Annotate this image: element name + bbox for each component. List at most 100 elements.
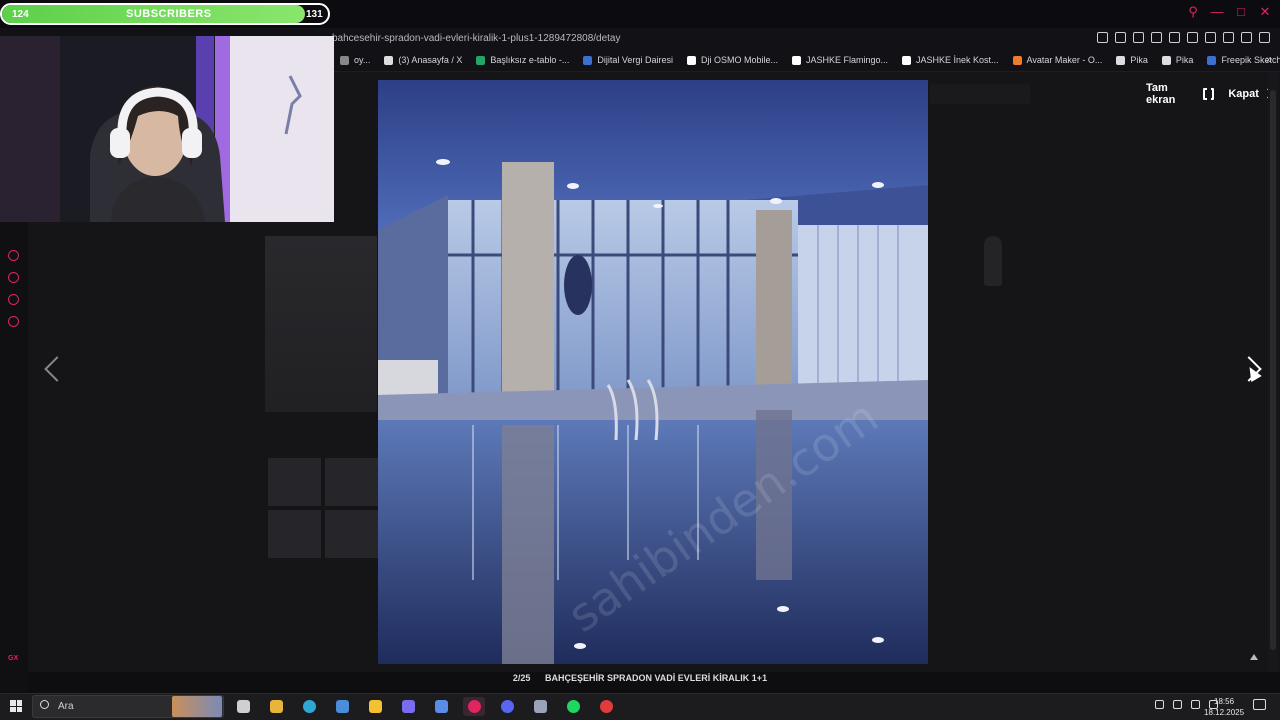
taskbar-app-app-multi[interactable] [397, 697, 419, 716]
bookmark-item[interactable]: JASHKE Flamingo... [791, 55, 888, 65]
bookmark-item[interactable]: Dji OSMO Mobile... [686, 55, 778, 65]
extension-icons [1097, 32, 1270, 43]
taskbar-search-text[interactable]: Ara [58, 701, 74, 712]
bookmark-favicon-icon [1012, 55, 1022, 65]
bookmark-label: Pika [1175, 55, 1194, 65]
previous-image-button[interactable] [38, 350, 70, 390]
taskbar-app-store[interactable] [331, 697, 353, 716]
bookmark-favicon-icon [902, 55, 911, 65]
close-label: Kapat [1228, 88, 1259, 100]
taskbar-app-explorer[interactable] [364, 697, 386, 716]
clock-time: 18:56 [1214, 697, 1235, 706]
bookmark-item[interactable]: Pika [1161, 55, 1194, 65]
taskbar-app-task-view[interactable] [232, 697, 254, 716]
sidebar-record-icon[interactable] [8, 250, 19, 261]
pin-icon[interactable] [1115, 32, 1126, 43]
snapshot-icon[interactable] [1133, 32, 1144, 43]
app-yellow-icon [269, 700, 283, 713]
subscriber-goal-target: 131 [306, 9, 323, 20]
bookmark-list: oy... (3) Anasayfa / X Başlıksız e-tablo -… [340, 55, 1280, 65]
pool-photo-illustration: sahibinden.com [378, 80, 928, 664]
microphone-icon[interactable] [1173, 700, 1182, 709]
task-view-icon [236, 700, 250, 713]
bookmark-label: Dji OSMO Mobile... [700, 55, 778, 65]
bookmark-favicon-icon [1161, 55, 1171, 65]
spotify-icon [566, 700, 580, 713]
close-window-icon[interactable]: ✕ [1258, 5, 1272, 19]
bookmark-favicon-icon [1116, 55, 1126, 65]
taskbar-app-app-blue[interactable] [430, 697, 452, 716]
taskbar-clock[interactable]: 18:56 18.12.2025 [1204, 696, 1244, 718]
taskbar-apps [232, 697, 617, 716]
app-gray-icon [533, 700, 547, 713]
maximize-icon[interactable]: □ [1234, 5, 1248, 19]
discord-icon [500, 700, 514, 713]
subscriber-count-start: 124 [12, 9, 29, 20]
taskbar-app-app-yellow[interactable] [265, 697, 287, 716]
app-blue-icon [434, 700, 448, 713]
taskbar-app-spotify[interactable] [562, 697, 584, 716]
search-icon[interactable]: ⚲ [1186, 5, 1200, 19]
app-multi-icon [401, 700, 415, 713]
bookmarks-more-button[interactable]: » [1266, 54, 1272, 66]
download-icon[interactable] [1241, 32, 1252, 43]
minimize-icon[interactable]: — [1210, 5, 1224, 19]
notification-icon[interactable] [1253, 699, 1266, 710]
bookmark-item[interactable]: Başlıksız e-tablo -... [476, 55, 569, 65]
fullscreen-button[interactable]: Tam ekran [1146, 82, 1215, 106]
play-icon[interactable] [1169, 32, 1180, 43]
bookmark-favicon-icon [340, 55, 349, 65]
listing-title: BAHÇEŞEHİR SPRADON VADİ EVLERİ KİRALIK 1… [544, 673, 768, 683]
bookmark-item[interactable]: Avatar Maker - O... [1012, 55, 1102, 65]
bookmark-item[interactable]: oy... [340, 55, 370, 65]
url-text[interactable]: bahcesehir-spradon-vadi-evleri-kiralik-1… [332, 33, 621, 44]
webcam-overlay [0, 36, 334, 222]
bookmark-favicon-icon [686, 55, 696, 65]
bookmark-label: JASHKE Flamingo... [805, 55, 888, 65]
scrollbar-thumb[interactable] [1270, 90, 1276, 650]
background-avatar [984, 236, 1002, 286]
bookmark-item[interactable]: (3) Anasayfa / X [384, 55, 462, 65]
app-record-icon [599, 700, 613, 713]
search-icon [40, 700, 49, 709]
fullscreen-icon [1202, 87, 1215, 101]
taskbar-app-app-record[interactable] [595, 697, 617, 716]
bookmark-favicon-icon [583, 55, 593, 65]
bookmark-item[interactable]: JASHKE İnek Kost... [902, 55, 999, 65]
window-controls: ⚲ — □ ✕ [1186, 5, 1272, 19]
scroll-to-top-icon[interactable] [1250, 654, 1258, 660]
bookmark-label: Dijital Vergi Dairesi [597, 55, 673, 65]
opera-gx-icon [467, 700, 481, 713]
bookmark-item[interactable]: Dijital Vergi Dairesi [583, 55, 673, 65]
taskbar-app-discord[interactable] [496, 697, 518, 716]
taskbar-app-opera-gx[interactable] [463, 697, 485, 716]
heart-icon[interactable] [1187, 32, 1198, 43]
sidebar-tab-icon[interactable] [8, 294, 19, 305]
bookmark-label: JASHKE İnek Kost... [916, 55, 999, 65]
lightbox-photo: sahibinden.com [378, 80, 928, 664]
windows-start-icon[interactable] [10, 700, 22, 712]
menu-icon[interactable] [1259, 32, 1270, 43]
taskbar-app-app-gray[interactable] [529, 697, 551, 716]
explorer-icon [368, 700, 382, 713]
lightbox-toolbar: Tam ekran Kapat ✕ [1146, 82, 1280, 106]
sidebar-icon[interactable] [1097, 32, 1108, 43]
chevron-up-icon[interactable] [1155, 700, 1164, 709]
network-icon[interactable] [1191, 700, 1200, 709]
profile-icon[interactable] [1223, 32, 1234, 43]
bookmark-label: Başlıksız e-tablo -... [490, 55, 570, 65]
bookmark-favicon-icon [791, 55, 801, 65]
store-icon [335, 700, 349, 713]
sidebar-settings-icon[interactable] [8, 316, 19, 327]
sidebar-history-icon[interactable] [8, 272, 19, 283]
chevron-left-icon [44, 356, 70, 382]
fullscreen-label: Tam ekran [1146, 82, 1176, 106]
shield-icon[interactable] [1151, 32, 1162, 43]
edge-icon [302, 700, 316, 713]
search-highlight-image [172, 696, 222, 717]
taskbar-app-edge[interactable] [298, 697, 320, 716]
bookmark-label: oy... [354, 55, 371, 65]
extensions-icon[interactable] [1205, 32, 1216, 43]
subscriber-goal-label: SUBSCRIBERS [126, 8, 212, 20]
bookmark-item[interactable]: Pika [1116, 55, 1148, 65]
